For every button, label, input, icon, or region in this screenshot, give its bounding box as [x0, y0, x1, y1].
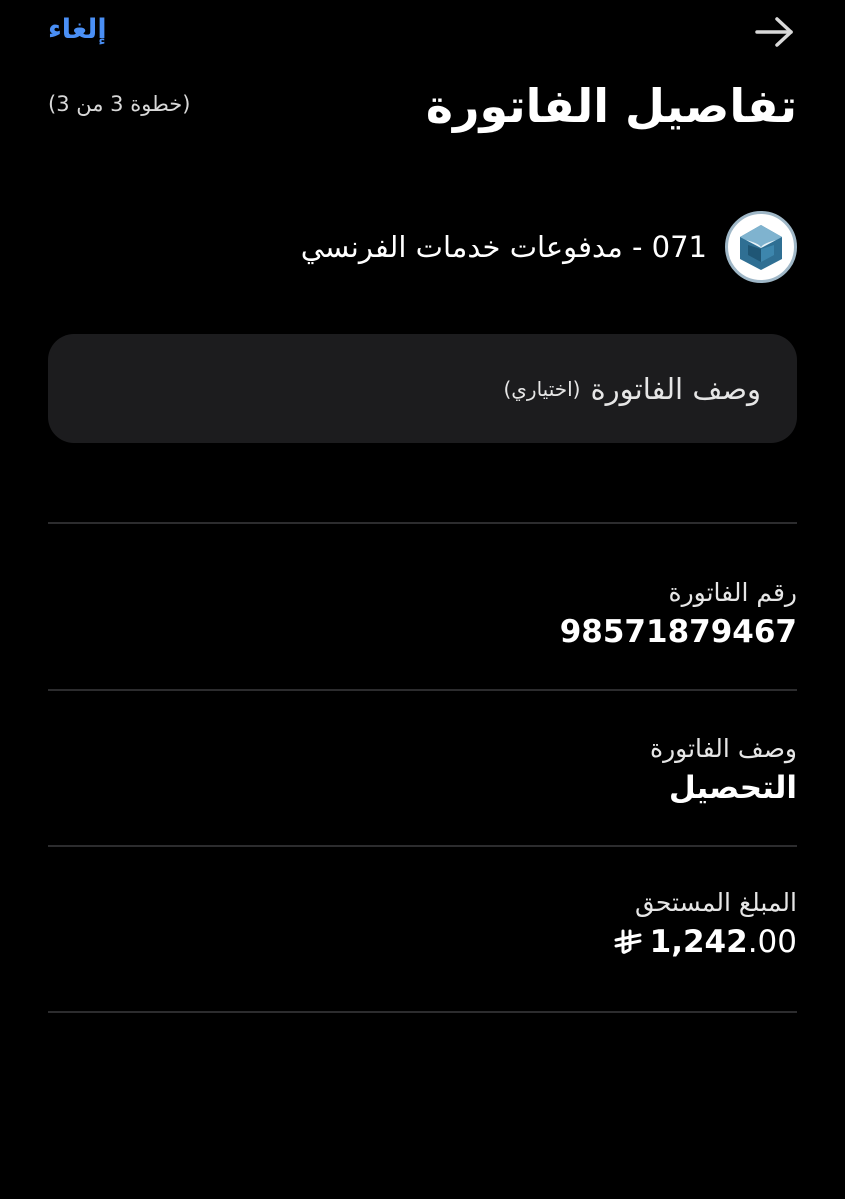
biller-name: 071 - مدفوعات خدمات الفرنسي — [300, 230, 707, 264]
invoice-number-field: رقم الفاتورة 98571879467 — [48, 576, 797, 654]
arrow-right-icon[interactable] — [753, 14, 797, 50]
page-title: تفاصيل الفاتورة — [425, 79, 797, 133]
description-optional-hint: (اختياري) — [503, 376, 581, 401]
invoice-number-value: 98571879467 — [559, 614, 797, 650]
amount-due-label: المبلغ المستحق — [635, 888, 797, 917]
invoice-description-input[interactable]: وصف الفاتورة (اختياري) — [48, 334, 797, 443]
invoice-description-field: وصف الفاتورة التحصيل — [48, 732, 797, 810]
divider — [48, 1011, 797, 1013]
amount-decimals: .00 — [747, 924, 797, 960]
divider — [48, 689, 797, 691]
amount-whole: 1,242 — [649, 924, 748, 960]
amount-due-value: 1,242.00 — [48, 920, 797, 967]
top-bar: إلغاء — [0, 0, 845, 70]
saudi-riyal-icon — [614, 929, 642, 954]
cancel-button[interactable]: إلغاء — [48, 14, 107, 45]
invoice-number-label: رقم الفاتورة — [668, 578, 797, 607]
biller-row: 071 - مدفوعات خدمات الفرنسي — [301, 208, 797, 286]
invoice-description-value: التحصيل — [668, 770, 797, 806]
divider — [48, 845, 797, 847]
step-indicator: (خطوة 3 من 3) — [48, 92, 191, 116]
amount-due-field: المبلغ المستحق 1,242.00 — [48, 886, 797, 967]
divider — [48, 522, 797, 524]
invoice-description-label: وصف الفاتورة — [650, 734, 797, 763]
bank-logo-icon — [725, 211, 797, 283]
description-placeholder: وصف الفاتورة — [590, 371, 761, 406]
amount-display: 1,242.00 — [614, 920, 797, 964]
